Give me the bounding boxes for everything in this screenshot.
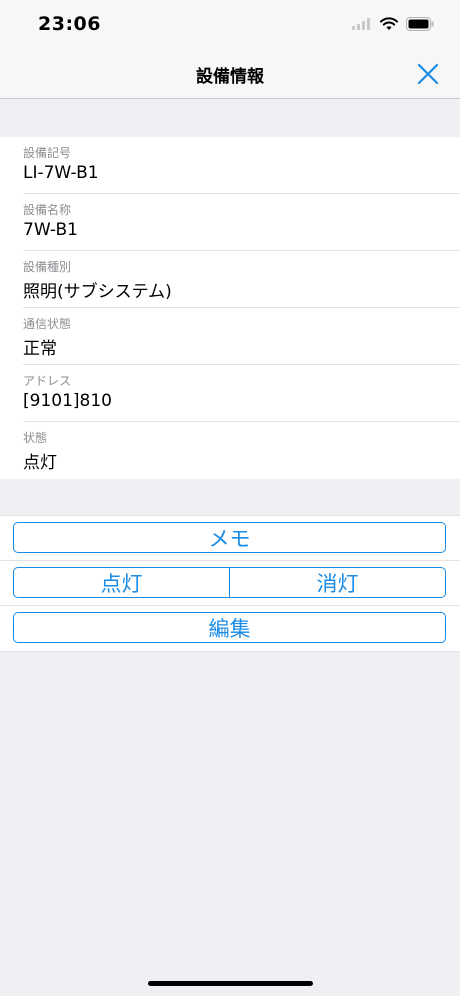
status-time: 23:06 bbox=[38, 13, 101, 35]
info-value: [9101]810 bbox=[23, 391, 112, 411]
nav-bar: 設備情報 bbox=[0, 50, 460, 99]
status-bar: 23:06 bbox=[0, 0, 460, 50]
info-label: 通信状態 bbox=[23, 317, 72, 331]
home-indicator[interactable] bbox=[148, 981, 313, 986]
info-label: 設備名称 bbox=[23, 203, 72, 217]
info-label: 設備種別 bbox=[23, 260, 72, 274]
info-label: 設備記号 bbox=[23, 146, 72, 160]
info-value: 点灯 bbox=[23, 453, 57, 473]
light-segmented-control: 点灯 消灯 bbox=[13, 567, 446, 598]
info-row-communication-status: 通信状態 正常 bbox=[0, 308, 460, 365]
light-on-button[interactable]: 点灯 bbox=[14, 568, 229, 597]
memo-row: メモ bbox=[0, 516, 460, 561]
memo-button[interactable]: メモ bbox=[13, 522, 446, 553]
page-title: 設備情報 bbox=[196, 67, 264, 87]
signal-icon bbox=[352, 18, 370, 30]
light-toggle-row: 点灯 消灯 bbox=[0, 561, 460, 606]
info-value: 正常 bbox=[23, 339, 57, 359]
wifi-icon bbox=[380, 17, 398, 30]
edit-row: 編集 bbox=[0, 606, 460, 651]
info-row-equipment-name: 設備名称 7W-B1 bbox=[0, 194, 460, 251]
info-value: 照明(サブシステム) bbox=[23, 282, 172, 302]
close-icon[interactable] bbox=[416, 62, 440, 86]
info-row-equipment-code: 設備記号 LI-7W-B1 bbox=[0, 137, 460, 194]
info-label: 状態 bbox=[23, 431, 48, 445]
info-value: 7W-B1 bbox=[23, 220, 78, 240]
info-row-equipment-type: 設備種別 照明(サブシステム) bbox=[0, 251, 460, 308]
status-icons bbox=[352, 16, 434, 32]
light-off-button[interactable]: 消灯 bbox=[229, 568, 445, 597]
info-label: アドレス bbox=[23, 374, 72, 388]
action-panel: メモ 点灯 消灯 編集 bbox=[0, 515, 460, 652]
info-value: LI-7W-B1 bbox=[23, 163, 99, 183]
info-row-address: アドレス [9101]810 bbox=[0, 365, 460, 422]
info-row-state: 状態 点灯 bbox=[0, 422, 460, 479]
info-list: 設備記号 LI-7W-B1 設備名称 7W-B1 設備種別 照明(サブシステム)… bbox=[0, 137, 460, 479]
edit-button[interactable]: 編集 bbox=[13, 612, 446, 643]
battery-icon bbox=[406, 17, 434, 31]
